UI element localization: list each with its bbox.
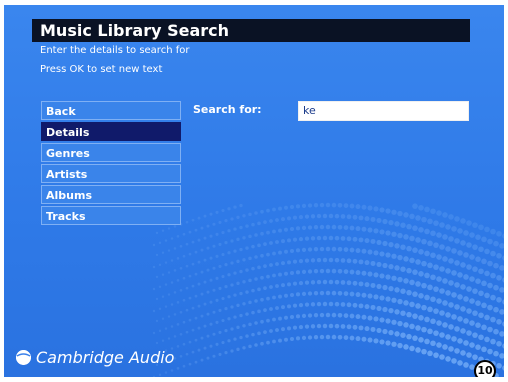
brand-name: Cambridge Audio bbox=[36, 348, 175, 367]
menu-item-details[interactable]: Details bbox=[41, 122, 181, 141]
page-number-badge: 10 bbox=[474, 360, 496, 377]
brand: Cambridge Audio bbox=[16, 348, 174, 367]
cambridge-audio-logo-icon bbox=[16, 350, 31, 365]
menu-item-genres[interactable]: Genres bbox=[41, 143, 181, 162]
instruction-line-2: Press OK to set new text bbox=[40, 64, 163, 75]
menu: Back Details Genres Artists Albums Track… bbox=[41, 101, 181, 227]
menu-item-tracks[interactable]: Tracks bbox=[41, 206, 181, 225]
page-title: Music Library Search bbox=[40, 21, 230, 40]
menu-item-back[interactable]: Back bbox=[41, 101, 181, 120]
screen: Music Library Search Enter the details t… bbox=[4, 5, 504, 377]
menu-item-artists[interactable]: Artists bbox=[41, 164, 181, 183]
menu-item-albums[interactable]: Albums bbox=[41, 185, 181, 204]
search-label: Search for: bbox=[193, 103, 262, 116]
search-input[interactable]: ke bbox=[298, 101, 469, 121]
instruction-line-1: Enter the details to search for bbox=[40, 45, 190, 56]
